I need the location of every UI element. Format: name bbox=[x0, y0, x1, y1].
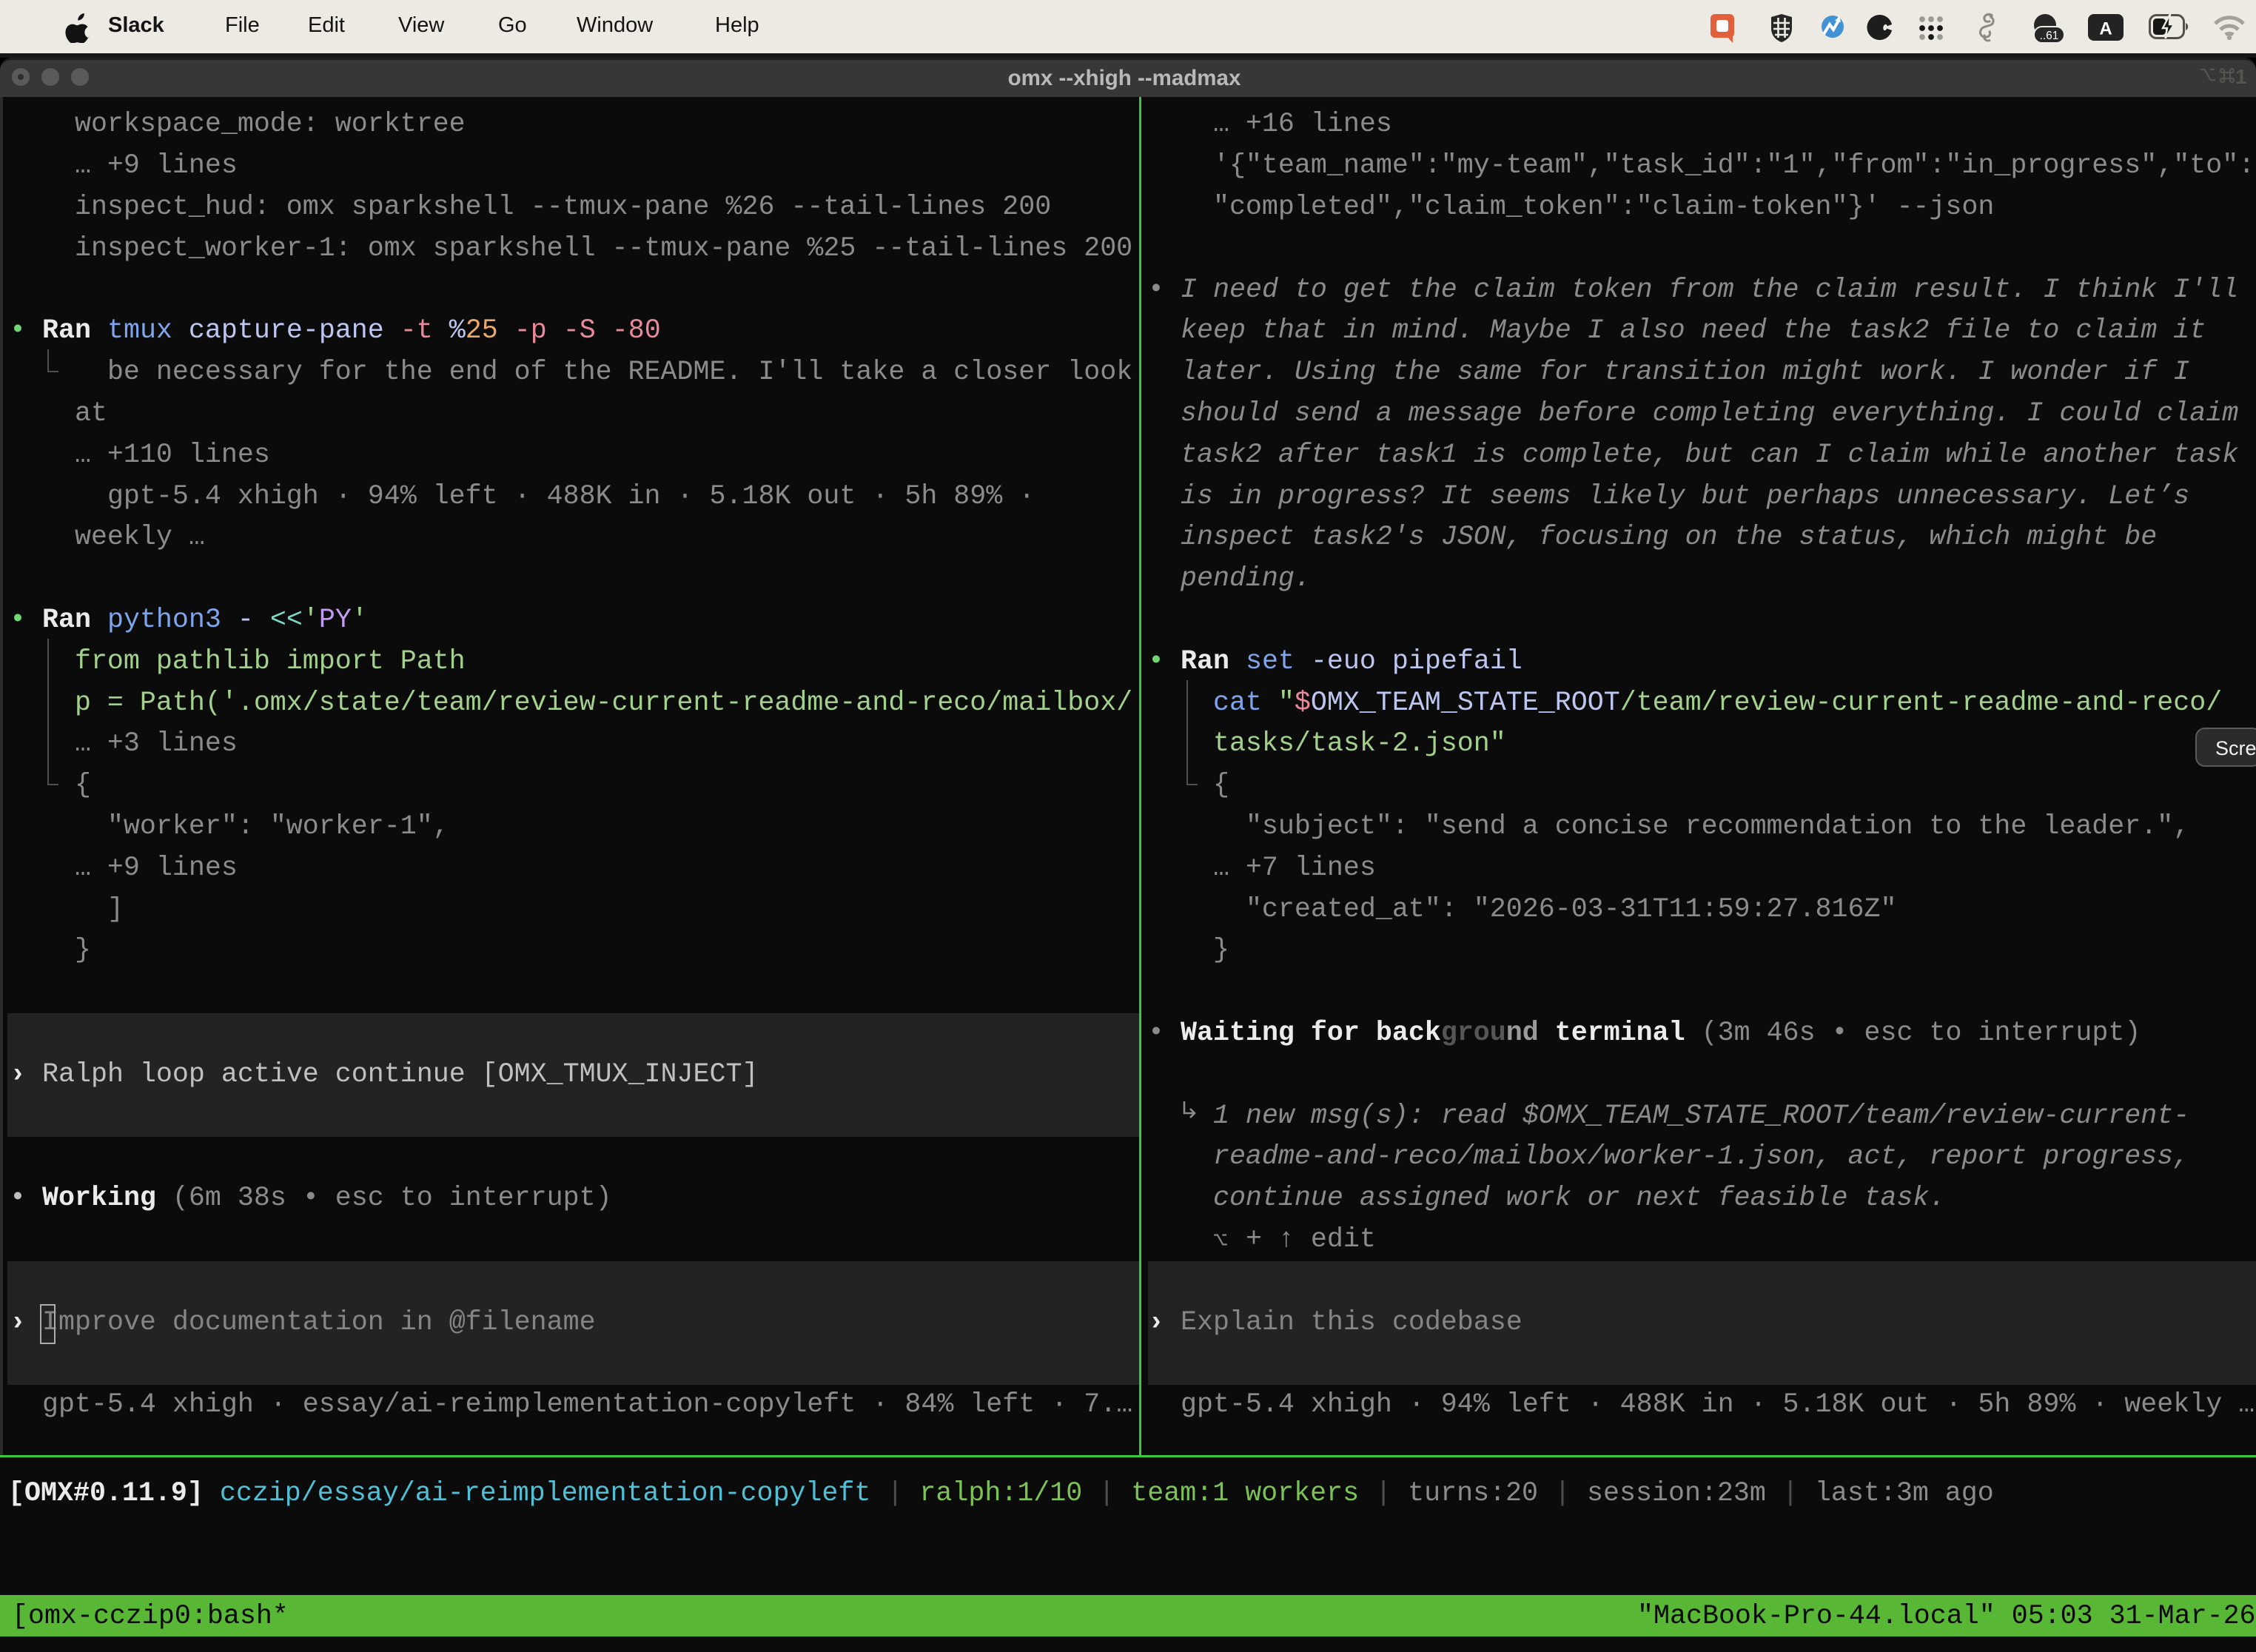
svg-text:..61: ..61 bbox=[2040, 30, 2059, 42]
svg-text:A: A bbox=[2099, 19, 2112, 39]
